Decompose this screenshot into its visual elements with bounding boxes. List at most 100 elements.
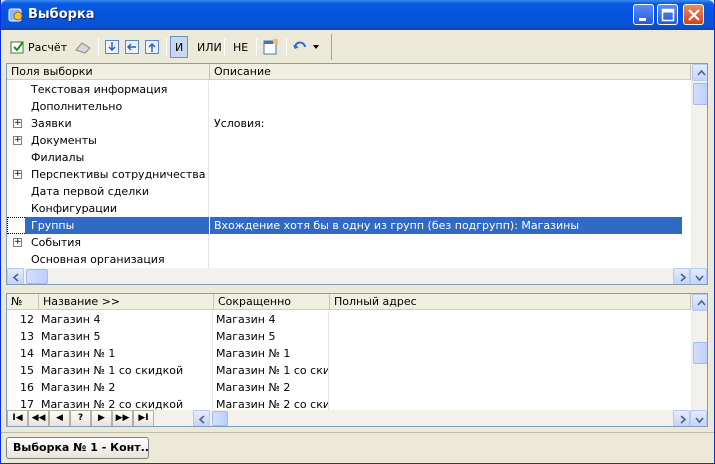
maximize-button[interactable]	[657, 4, 678, 25]
short-name-cell: Магазин № 2	[214, 379, 329, 396]
expand-plus-icon[interactable]: +	[13, 170, 22, 179]
column-header-fields[interactable]: Поля выборки	[7, 64, 210, 80]
column-header-address[interactable]: Полный адрес	[330, 294, 691, 310]
last-record-button[interactable]: ▶I	[133, 410, 154, 426]
chevron-left-icon	[12, 273, 19, 282]
scroll-left-button[interactable]	[193, 410, 210, 426]
scroll-up-button[interactable]	[692, 294, 707, 311]
column-header-name[interactable]: Название >>	[39, 294, 214, 310]
undo-arrow-icon	[293, 41, 306, 49]
results-footer: I◀ ◀◀ ◀? ▶ ▶▶ ▶I	[7, 410, 707, 426]
field-row[interactable]: Дата первой сделки	[7, 183, 691, 200]
toolbar-separator	[224, 38, 225, 56]
field-name-cell: Основная организация	[7, 251, 209, 268]
row-number-cell: 13	[20, 330, 34, 343]
field-row[interactable]: + Заявки Условия:	[7, 115, 691, 132]
row-number-cell: 15	[20, 364, 34, 377]
short-name-cell: Магазин № 1	[214, 345, 329, 362]
field-name-cell: Филиалы	[7, 149, 209, 166]
title-bar[interactable]: Выборка	[1, 0, 714, 30]
toolbar-separator	[166, 38, 167, 56]
prev-record-button[interactable]: ◀	[49, 410, 70, 426]
field-row[interactable]: + Перспективы сотрудничества	[7, 166, 691, 183]
scroll-left-button[interactable]	[7, 268, 24, 284]
field-label: Дополнительно	[31, 100, 123, 113]
field-name-cell: + Документы	[7, 132, 209, 149]
and-button[interactable]: И	[170, 36, 189, 58]
column-header-short[interactable]: Сокращенно	[214, 294, 330, 310]
field-row[interactable]: + Документы	[7, 132, 691, 149]
table-row[interactable]: 13 Магазин 5 Магазин 5	[7, 328, 691, 345]
tab-selection-1[interactable]: Выборка № 1 - Конт...	[6, 437, 149, 459]
table-row[interactable]: 17 Магазин № 2 со скидкой Магазин № 2 со с…	[7, 396, 691, 410]
expand-plus-icon[interactable]: +	[13, 238, 22, 247]
arrow-down-icon	[105, 40, 119, 54]
column-header-number[interactable]: №	[7, 294, 39, 310]
move-up-button[interactable]	[144, 36, 160, 58]
results-vertical-scrollbar[interactable]	[691, 294, 707, 410]
row-number-cell: 16	[20, 381, 34, 394]
chevron-up-icon	[697, 69, 706, 76]
not-button[interactable]: НЕ	[228, 36, 253, 58]
scroll-thumb[interactable]	[693, 83, 707, 105]
field-name-cell: Текстовая информация	[7, 81, 209, 98]
properties-button[interactable]	[262, 36, 280, 58]
field-description-cell	[210, 132, 682, 149]
arrow-up-icon	[145, 40, 159, 54]
scroll-thumb[interactable]	[212, 411, 228, 426]
field-description-cell: Условия:	[214, 117, 265, 130]
field-row[interactable]: Группы Вхождение хотя бы в одну из групп …	[7, 217, 691, 234]
field-row[interactable]: + События	[7, 234, 691, 251]
table-row[interactable]: 14 Магазин № 1 Магазин № 1	[7, 345, 691, 362]
undo-dropdown-button[interactable]	[292, 36, 320, 58]
calc-label: Расчёт	[28, 40, 68, 54]
field-name-cell: + Заявки	[7, 115, 209, 132]
field-label: Текстовая информация	[31, 83, 168, 96]
prev-page-button[interactable]: ◀◀	[28, 410, 49, 426]
scroll-thumb[interactable]	[26, 269, 48, 284]
field-description-cell	[210, 166, 682, 183]
next-page-button[interactable]: ▶▶	[112, 410, 133, 426]
results-header: № Название >> Сокращенно Полный адрес	[7, 294, 691, 310]
scroll-right-button[interactable]	[673, 268, 690, 284]
expand-plus-icon[interactable]: +	[13, 119, 22, 128]
and-label: И	[175, 40, 184, 54]
or-button[interactable]: ИЛИ	[192, 36, 227, 58]
next-record-button[interactable]: ▶	[91, 410, 112, 426]
column-header-description[interactable]: Описание	[210, 64, 691, 80]
scroll-down-button[interactable]	[690, 410, 707, 426]
table-row[interactable]: 12 Магазин 4 Магазин 4	[7, 311, 691, 328]
field-row[interactable]: Основная организация	[7, 251, 691, 268]
field-row[interactable]: Дополнительно	[7, 98, 691, 115]
row-number-cell: 12	[20, 313, 34, 326]
field-row[interactable]: Филиалы	[7, 149, 691, 166]
close-button[interactable]	[683, 4, 704, 25]
calculate-icon	[10, 41, 24, 54]
expand-plus-icon[interactable]: +	[13, 136, 22, 145]
first-record-button[interactable]: I◀	[7, 410, 28, 426]
toolbar: Расчёт И ИЛИ НЕ	[6, 34, 332, 60]
scroll-thumb[interactable]	[693, 342, 707, 364]
fields-horizontal-scrollbar[interactable]	[7, 268, 707, 284]
move-down-button[interactable]	[104, 36, 120, 58]
calc-button[interactable]: Расчёт	[10, 36, 67, 58]
app-icon	[8, 8, 23, 22]
table-row[interactable]: 15 Магазин № 1 со скидкой Магазин № 1 со с…	[7, 362, 691, 379]
field-description-cell	[210, 200, 682, 217]
toolbar-separator	[256, 38, 257, 56]
table-row[interactable]: 16 Магазин № 2 Магазин № 2	[7, 379, 691, 396]
scroll-down-button[interactable]	[690, 268, 707, 284]
clear-button[interactable]	[74, 36, 92, 58]
scroll-up-button[interactable]	[692, 64, 707, 81]
find-record-button[interactable]: ?	[70, 410, 91, 426]
field-row[interactable]: Конфигурации	[7, 200, 691, 217]
chevron-down-icon	[695, 275, 704, 282]
close-icon	[688, 9, 700, 21]
chevron-right-icon	[680, 415, 687, 424]
field-row[interactable]: Текстовая информация	[7, 81, 691, 98]
move-left-button[interactable]	[124, 36, 140, 58]
fields-vertical-scrollbar[interactable]	[691, 64, 707, 268]
scroll-right-button[interactable]	[673, 410, 690, 426]
minimize-button[interactable]	[633, 4, 654, 25]
short-name-cell: Магазин 5	[214, 328, 329, 345]
